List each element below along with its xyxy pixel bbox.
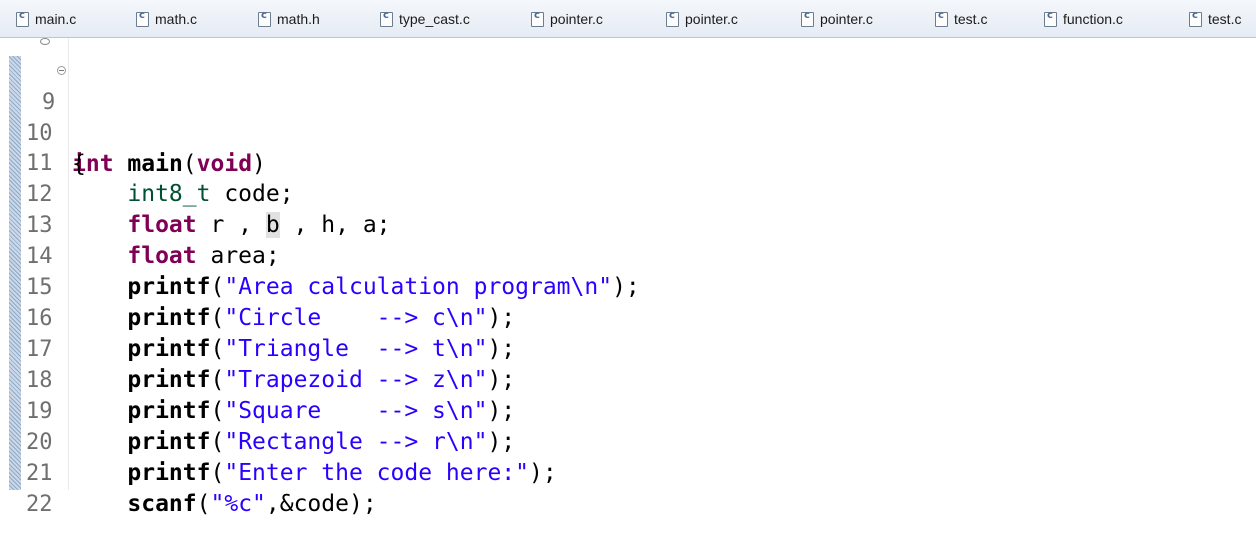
c-file-icon xyxy=(16,10,29,27)
tab-math-c[interactable]: math.c xyxy=(136,8,197,30)
tab-pointer-c-2[interactable]: pointer.c xyxy=(666,8,738,30)
tab-pointer-c-3[interactable]: pointer.c xyxy=(801,8,873,30)
tab-main-c[interactable]: main.c xyxy=(16,8,76,30)
tab-test-c-1[interactable]: test.c xyxy=(935,8,987,30)
code-line: 10 { xyxy=(0,87,1256,177)
code-line: 11 int8_t code; xyxy=(0,117,1256,207)
tab-label: test.c xyxy=(954,11,988,27)
tab-type-cast-c[interactable]: type_cast.c xyxy=(380,8,470,30)
collapse-icon[interactable] xyxy=(57,66,66,75)
c-file-icon xyxy=(1044,10,1057,27)
code-line: 20 printf("Enter the code here:"); xyxy=(0,396,1256,486)
paren: ,&code); xyxy=(265,491,377,517)
c-file-icon xyxy=(380,10,393,27)
code-line: 15 printf("Circle --> c\n"); xyxy=(0,241,1256,331)
h-file-icon xyxy=(258,10,271,27)
c-file-icon xyxy=(531,10,544,27)
code-line: 21 scanf("%c",&code); xyxy=(0,427,1256,517)
tab-math-h[interactable]: math.h xyxy=(258,8,320,30)
code-line: 13 float area; xyxy=(0,179,1256,269)
tab-label: main.c xyxy=(35,11,77,27)
tab-label: math.h xyxy=(277,11,320,27)
c-file-icon xyxy=(136,10,149,27)
c-file-icon xyxy=(801,10,814,27)
tab-function-c[interactable]: function.c xyxy=(1044,8,1123,30)
c-file-icon xyxy=(935,10,948,27)
tab-test-c-2[interactable]: test.c xyxy=(1189,8,1241,30)
code-line: 18 printf("Square --> s\n"); xyxy=(0,334,1256,424)
code-line: 9 int main(void) xyxy=(0,56,1256,177)
tab-label: function.c xyxy=(1063,11,1123,27)
string-literal: "%c" xyxy=(210,491,266,517)
tab-label: pointer.c xyxy=(685,11,738,27)
tab-label: pointer.c xyxy=(550,11,603,27)
code-editor[interactable]: 9 int main(void) 10 { 11 int8_t code; 12… xyxy=(0,38,1256,517)
function-name: scanf xyxy=(127,491,197,517)
code-line: 16 printf("Triangle --> t\n"); xyxy=(0,272,1256,362)
c-file-icon xyxy=(1189,10,1202,27)
tab-label: math.c xyxy=(155,11,198,27)
editor-tab-bar: main.c math.c math.h type_cast.c pointer… xyxy=(0,0,1256,38)
code-line: 17 printf("Trapezoid --> z\n"); xyxy=(0,303,1256,393)
tab-label: type_cast.c xyxy=(399,11,470,27)
fold-marker-icon xyxy=(40,38,50,45)
tab-label: pointer.c xyxy=(820,11,873,27)
tab-label: test.c xyxy=(1208,11,1242,27)
line-number: 22 xyxy=(26,492,53,517)
tab-pointer-c-1[interactable]: pointer.c xyxy=(531,8,603,30)
code-line: 12 float r , b , h, a; xyxy=(0,148,1256,238)
code-line: 14 printf("Area calculation program\n"); xyxy=(0,210,1256,300)
code-text: scanf("%c",&code); xyxy=(72,489,377,520)
c-file-icon xyxy=(666,10,679,27)
paren: ( xyxy=(196,491,211,517)
code-line: 19 printf("Rectangle --> r\n"); xyxy=(0,365,1256,455)
code-line: 22 xyxy=(0,458,1256,517)
